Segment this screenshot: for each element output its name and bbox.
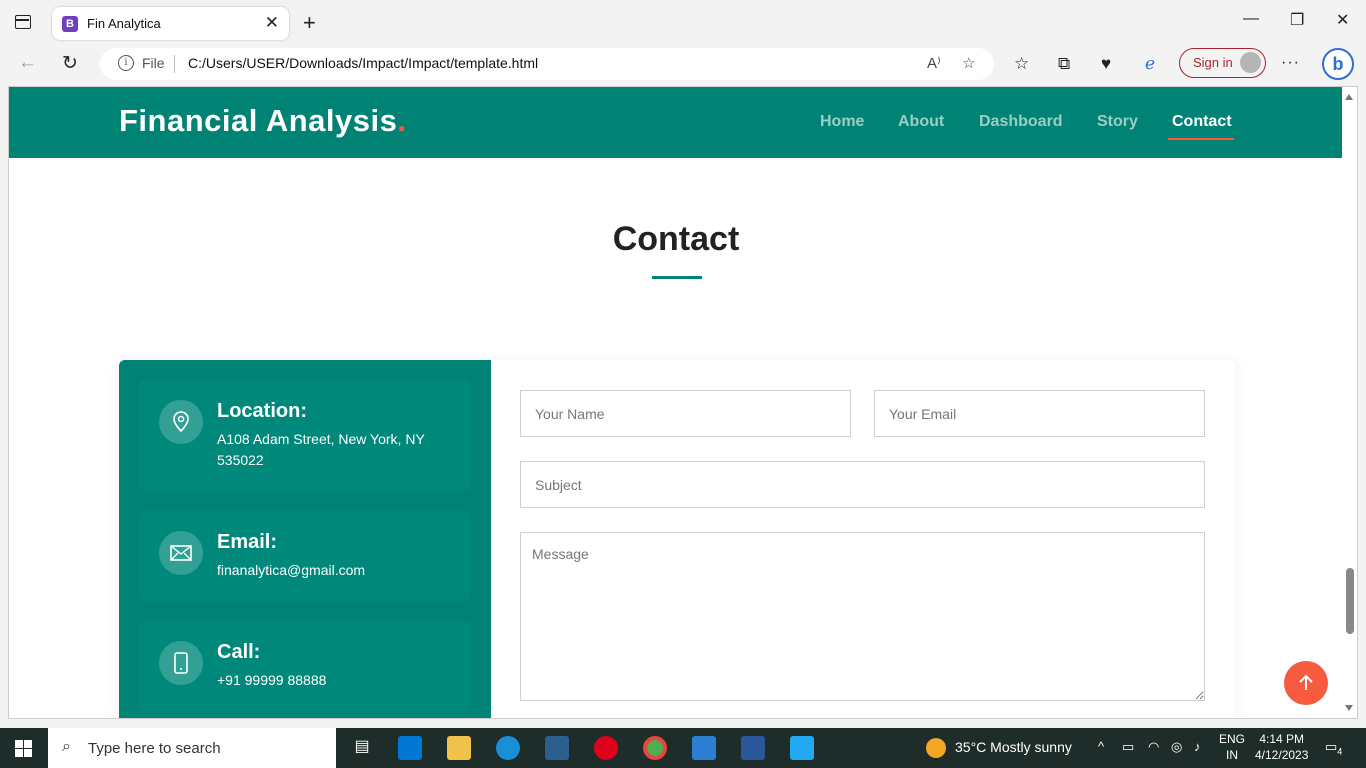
language-indicator[interactable]: ENG IN bbox=[1219, 731, 1245, 763]
page-viewport: Financial Analysis. Home About Dashboard… bbox=[8, 86, 1358, 719]
notifications-icon[interactable]: ▭4 bbox=[1325, 739, 1342, 757]
bootstrap-favicon-icon: B bbox=[62, 16, 78, 32]
map-pin-icon bbox=[159, 400, 203, 444]
envelope-icon bbox=[159, 531, 203, 575]
nav-story[interactable]: Story bbox=[1097, 113, 1138, 131]
nav-home[interactable]: Home bbox=[820, 113, 864, 131]
title-underline bbox=[652, 276, 702, 279]
subject-input[interactable] bbox=[520, 461, 1205, 508]
meet-icon[interactable]: ◎ bbox=[1171, 739, 1182, 755]
location-heading: Location: bbox=[217, 400, 307, 422]
contact-info-panel: Location: A108 Adam Street, New York, NY… bbox=[119, 360, 491, 718]
mysql-workbench-icon[interactable] bbox=[545, 736, 569, 760]
scroll-top-button[interactable] bbox=[1284, 661, 1328, 705]
tab-title: Fin Analytica bbox=[87, 16, 161, 31]
back-icon[interactable]: ← bbox=[18, 52, 37, 74]
sign-in-button[interactable]: Sign in bbox=[1179, 48, 1266, 78]
address-url[interactable]: C:/Users/USER/Downloads/Impact/Impact/te… bbox=[188, 55, 538, 71]
opera-app-icon[interactable] bbox=[594, 736, 618, 760]
file-explorer-icon[interactable] bbox=[447, 736, 471, 760]
logo-text: Financial Analysis bbox=[119, 103, 398, 138]
edge-app-icon[interactable] bbox=[496, 736, 520, 760]
weather-icon[interactable] bbox=[926, 738, 946, 758]
nav-about[interactable]: About bbox=[898, 113, 944, 131]
more-icon[interactable]: ··· bbox=[1281, 54, 1300, 72]
weather-text[interactable]: 35°C Mostly sunny bbox=[955, 739, 1072, 755]
email-heading: Email: bbox=[217, 531, 278, 553]
task-view-icon[interactable]: ▤ bbox=[350, 736, 374, 760]
collections-icon[interactable]: ⧉ bbox=[1058, 54, 1070, 74]
photos-app-icon[interactable] bbox=[692, 736, 716, 760]
browser-tab-bar: B Fin Analytica ✕ + — ❐ ✕ bbox=[0, 0, 1366, 44]
scrollbar-thumb[interactable] bbox=[1346, 568, 1354, 634]
word-app-icon[interactable] bbox=[741, 736, 765, 760]
lang-code: ENG bbox=[1219, 732, 1246, 746]
tab-actions-icon[interactable] bbox=[15, 15, 31, 29]
browser-essentials-icon[interactable]: ♥ bbox=[1101, 54, 1111, 74]
location-item: Location: A108 Adam Street, New York, NY… bbox=[139, 380, 471, 491]
logo-dot: . bbox=[397, 103, 407, 138]
lang-region: IN bbox=[1226, 748, 1238, 762]
info-icon[interactable]: i bbox=[118, 55, 134, 71]
location-text: A108 Adam Street, New York, NY 535022 bbox=[217, 431, 425, 468]
message-textarea[interactable] bbox=[520, 532, 1205, 701]
vscode-app-icon[interactable] bbox=[790, 736, 814, 760]
arrow-up-icon bbox=[1299, 674, 1313, 690]
wifi-icon[interactable]: ◠ bbox=[1148, 739, 1159, 755]
call-heading: Call: bbox=[217, 641, 261, 663]
close-tab-icon[interactable]: ✕ bbox=[265, 13, 279, 33]
mail-app-icon[interactable] bbox=[398, 736, 422, 760]
favorites-icon[interactable]: ☆ bbox=[1014, 54, 1029, 74]
email-input[interactable] bbox=[874, 390, 1205, 437]
volume-icon[interactable]: ♪ bbox=[1194, 739, 1201, 754]
search-icon: ⌕ bbox=[62, 738, 71, 755]
search-placeholder: Type here to search bbox=[88, 740, 221, 757]
clock[interactable]: 4:14 PM 4/12/2023 bbox=[1255, 731, 1308, 763]
call-text: +91 99999 88888 bbox=[217, 672, 327, 688]
clock-time: 4:14 PM bbox=[1259, 732, 1305, 746]
browser-tab[interactable]: B Fin Analytica ✕ bbox=[52, 7, 289, 40]
address-separator bbox=[174, 55, 175, 73]
scroll-down-icon[interactable] bbox=[1345, 705, 1353, 711]
site-header: Financial Analysis. Home About Dashboard… bbox=[9, 87, 1343, 158]
section-title: Contact bbox=[612, 220, 740, 258]
battery-icon[interactable]: ▭ bbox=[1122, 739, 1134, 755]
page-scrollbar[interactable] bbox=[1342, 87, 1357, 718]
close-window-icon[interactable]: ✕ bbox=[1336, 10, 1349, 30]
restore-icon[interactable]: ❐ bbox=[1290, 10, 1304, 30]
email-text: finanalytica@gmail.com bbox=[217, 562, 366, 578]
bing-icon[interactable]: b bbox=[1322, 48, 1354, 80]
address-bar[interactable]: i File C:/Users/USER/Downloads/Impact/Im… bbox=[100, 48, 994, 80]
address-scheme: File bbox=[142, 55, 165, 71]
windows-taskbar: ⌕ Type here to search ▤ 35°C Mostly sunn… bbox=[0, 728, 1366, 768]
notification-count: 4 bbox=[1337, 746, 1343, 757]
read-aloud-icon[interactable]: A⁾ bbox=[927, 54, 941, 72]
windows-start-icon[interactable] bbox=[15, 740, 32, 757]
tray-chevron-icon[interactable]: ^ bbox=[1098, 739, 1104, 754]
minimize-icon[interactable]: — bbox=[1243, 10, 1259, 28]
refresh-icon[interactable]: ↻ bbox=[62, 52, 78, 75]
name-input[interactable] bbox=[520, 390, 851, 437]
email-item: Email: finanalytica@gmail.com bbox=[139, 511, 471, 601]
active-nav-underline bbox=[1168, 138, 1234, 140]
site-logo[interactable]: Financial Analysis. bbox=[119, 103, 406, 139]
taskbar-search[interactable]: ⌕ Type here to search bbox=[48, 728, 336, 768]
phone-icon bbox=[159, 641, 203, 685]
new-tab-icon[interactable]: + bbox=[303, 10, 316, 36]
sign-in-label: Sign in bbox=[1193, 55, 1233, 70]
call-item: Call: +91 99999 88888 bbox=[139, 621, 471, 711]
browser-toolbar: ← ↻ i File C:/Users/USER/Downloads/Impac… bbox=[0, 44, 1366, 86]
nav-contact[interactable]: Contact bbox=[1172, 113, 1232, 131]
chrome-app-icon[interactable] bbox=[643, 736, 667, 760]
nav-dashboard[interactable]: Dashboard bbox=[979, 113, 1063, 131]
ie-mode-icon[interactable]: ℯ bbox=[1145, 54, 1155, 74]
clock-date: 4/12/2023 bbox=[1255, 748, 1309, 762]
scroll-up-icon[interactable] bbox=[1345, 94, 1353, 100]
add-favorite-icon[interactable]: ☆ bbox=[962, 54, 975, 72]
avatar bbox=[1240, 52, 1261, 73]
